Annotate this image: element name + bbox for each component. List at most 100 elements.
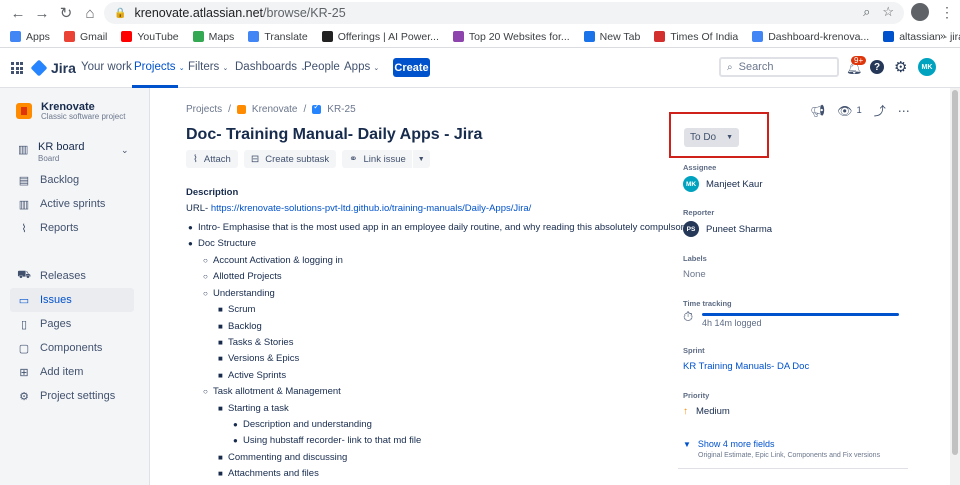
divider [678, 468, 908, 469]
chevron-down-icon[interactable]: ▼ [411, 150, 430, 168]
releases-ship-icon: ⛟ [17, 269, 31, 281]
assignee-label: Assignee [683, 163, 717, 172]
reporter-field[interactable]: PS Puneet Sharma [683, 221, 772, 237]
list-item: ■ Commenting and discussing [218, 452, 348, 463]
nav-people[interactable]: People [304, 61, 340, 73]
nav-your-work[interactable]: Your work [81, 61, 132, 73]
sidebar-item-releases[interactable]: ⛟ Releases [0, 264, 150, 288]
back-arrow-icon[interactable]: ← [6, 1, 30, 25]
forward-arrow-icon[interactable]: → [30, 1, 54, 25]
description-url-link[interactable]: https://krenovate-solutions-pvt-ltd.gith… [211, 203, 532, 214]
sidebar-item-backlog[interactable]: ▤ Backlog [0, 168, 150, 192]
sidebar-item-pages[interactable]: ▯ Pages [0, 312, 150, 336]
breadcrumb-project[interactable]: Krenovate [252, 104, 298, 115]
list-item: ■ Scrum [218, 304, 256, 315]
list-item: ■ Tasks & Stories [218, 337, 294, 348]
sidebar-item-issues[interactable]: ▭ Issues [10, 288, 134, 312]
description-url-line: URL- https://krenovate-solutions-pvt-ltd… [186, 203, 532, 214]
bookmark-apps[interactable]: Apps [10, 31, 50, 43]
create-button[interactable]: Create [393, 58, 430, 77]
list-item: ■ Attachments and files [218, 468, 319, 479]
link-icon: ⚭ [349, 153, 358, 165]
share-icon[interactable]: ⤴ [874, 102, 886, 119]
list-item: ○ Account Activation & logging in [203, 255, 343, 266]
bookmark-newtab[interactable]: New Tab [583, 31, 640, 43]
feedback-megaphone-icon[interactable]: 📢︎ [810, 104, 825, 118]
bookmark-jira[interactable]: altassian - jira [883, 31, 960, 43]
more-bookmarks-icon[interactable]: » [940, 30, 946, 42]
bookmark-gmail[interactable]: Gmail [63, 31, 107, 43]
sidebar-item-active-sprints[interactable]: ▥ Active sprints [0, 192, 150, 216]
help-icon[interactable]: ? [870, 60, 884, 74]
jira-logo[interactable]: Jira [30, 59, 76, 77]
bullet-icon: ○ [203, 272, 208, 281]
sprint-board-icon: ▥ [18, 198, 30, 211]
description-label: Description [186, 187, 239, 198]
show-more-fields-link[interactable]: ▼ Show 4 more fields [683, 439, 774, 449]
status-dropdown[interactable]: To Do ▼ [684, 128, 739, 147]
time-tracking-bar[interactable] [702, 313, 899, 316]
bullet-icon: ○ [203, 387, 208, 396]
browser-profile-icon[interactable] [911, 3, 929, 21]
issues-icon: ▭ [18, 294, 30, 307]
search-input[interactable]: ⌕ Search [719, 57, 839, 77]
scrollbar-thumb[interactable] [952, 90, 958, 455]
bullet-icon: ■ [218, 404, 223, 413]
issue-title[interactable]: Doc- Training Manual- Daily Apps - Jira [186, 126, 482, 144]
chevron-down-icon: ⌄ [373, 65, 380, 72]
sidebar-item-project-settings[interactable]: ⚙ Project settings [0, 384, 150, 408]
address-bar[interactable]: 🔒 krenovate.atlassian.net/browse/KR-25 ⌕… [104, 2, 904, 24]
watch-eye-icon[interactable]: 👁︎ 1 [837, 104, 862, 118]
sidebar-item-reports[interactable]: ⌇ Reports [0, 216, 150, 240]
bullet-icon: ● [188, 223, 193, 232]
assignee-field[interactable]: MK Manjeet Kaur [683, 176, 763, 192]
breadcrumb-issue-key[interactable]: KR-25 [327, 104, 355, 115]
link-issue-button[interactable]: ⚭ Link issue ▼ [342, 150, 430, 168]
sidebar-item-components[interactable]: ▢ Components [0, 336, 150, 360]
pages-icon: ▯ [20, 318, 28, 331]
bookmark-maps[interactable]: Maps [192, 31, 234, 43]
zoom-search-icon[interactable]: ⌕ [863, 4, 870, 20]
home-icon[interactable]: ⌂ [78, 1, 102, 25]
youtube-icon [121, 31, 133, 42]
url-path: /browse/KR-25 [263, 6, 346, 20]
bookmark-translate[interactable]: Translate [248, 31, 308, 43]
nav-dashboards[interactable]: Dashboards ⌄ [235, 61, 306, 73]
bookmark-dashboard[interactable]: Dashboard-krenova... [752, 31, 869, 43]
bullet-icon: ○ [203, 256, 208, 265]
nav-filters[interactable]: Filters ⌄ [188, 61, 228, 73]
bookmark-star-icon[interactable]: ☆ [882, 4, 894, 20]
offerings-icon [321, 31, 333, 42]
jira-icon [883, 31, 895, 42]
user-avatar[interactable]: MK [918, 58, 936, 76]
sidebar-item-add-item[interactable]: ⊞ Add item [0, 360, 150, 384]
nav-apps[interactable]: Apps ⌄ [344, 61, 379, 73]
bookmark-offerings[interactable]: Offerings | AI Power... [321, 31, 439, 43]
apps-grid-icon [10, 31, 21, 42]
breadcrumb-projects[interactable]: Projects [186, 104, 222, 115]
more-actions-icon[interactable]: ⋯ [898, 104, 910, 118]
nav-projects[interactable]: Projects ⌄ [134, 61, 185, 73]
bullet-icon: ■ [218, 305, 223, 314]
chevron-down-icon: ⌄ [222, 65, 229, 72]
create-subtask-button[interactable]: ⊟ Create subtask [243, 150, 337, 168]
bullet-icon: ■ [218, 453, 223, 462]
stopwatch-icon: ⏱︎ [683, 309, 694, 324]
list-item: ○ Allotted Projects [203, 271, 282, 282]
chevron-down-icon: ⌄ [178, 65, 185, 72]
bookmark-toi[interactable]: Times Of India [654, 31, 738, 43]
bullet-icon: ● [188, 239, 193, 248]
attach-button[interactable]: ⌇ Attach [186, 150, 238, 168]
bookmark-top20[interactable]: Top 20 Websites for... [452, 31, 570, 43]
browser-menu-icon[interactable]: ⋮ [940, 4, 954, 21]
reload-icon[interactable]: ↻ [54, 1, 78, 25]
toi-icon [654, 31, 666, 42]
sprint-link[interactable]: KR Training Manuals- DA Doc [683, 361, 809, 372]
labels-field[interactable]: None [683, 269, 706, 280]
bookmark-youtube[interactable]: YouTube [121, 31, 179, 43]
priority-field[interactable]: ↑ Medium [683, 406, 730, 417]
browser-toolbar: ← → ↻ ⌂ 🔒 krenovate.atlassian.net/browse… [0, 0, 960, 26]
gmail-icon [63, 31, 75, 42]
app-switcher-icon[interactable] [11, 62, 23, 74]
settings-gear-icon[interactable]: ⚙ [894, 58, 907, 76]
